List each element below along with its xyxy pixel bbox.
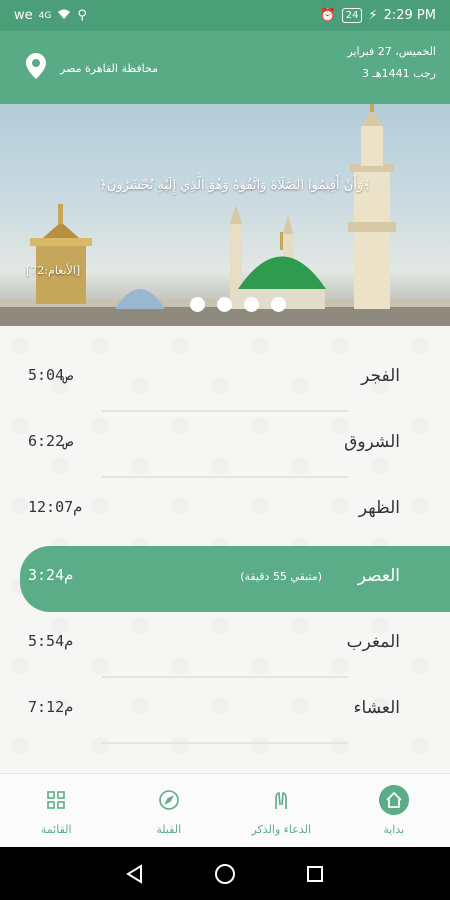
prayer-time: 5:54م (28, 632, 74, 650)
grid-icon (41, 785, 71, 815)
recents-icon[interactable] (300, 859, 330, 889)
prayer-name: العصر (357, 566, 400, 586)
nav-dua[interactable]: الدعاء والذكر (225, 774, 338, 847)
time-remaining: (متبقي 55 دقيقة) (240, 570, 322, 583)
bottom-navigation: القائمة القبلة الدعاء والذكر بداية (0, 773, 450, 847)
nav-qibla[interactable]: القبلة (113, 774, 226, 847)
location-button[interactable]: محافظة القاهرة مصر (26, 53, 158, 83)
nav-label: بداية (383, 823, 405, 836)
nav-home[interactable]: بداية (338, 774, 450, 847)
verse-banner[interactable]: ﴿وَأَنْ أَقِيمُوا الصَّلَاةَ وَاتَّقُوهُ… (0, 104, 450, 326)
mosque-illustration (0, 104, 450, 326)
wifi-icon (57, 8, 71, 24)
prayer-name: الظهر (358, 498, 400, 518)
nav-label: القبلة (156, 823, 182, 836)
app-header: محافظة القاهرة مصر الخميس، 27 فبراير 3 ر… (0, 31, 450, 104)
prayer-row-dhuhr[interactable]: الظهر 12:07م (0, 478, 450, 544)
battery-indicator: 24 (341, 8, 363, 23)
divider (102, 742, 348, 744)
alarm-icon: ⏰ (319, 8, 336, 23)
prayer-row-maghrib[interactable]: المغرب 5:54م (0, 612, 450, 678)
charging-icon: ⚡ (368, 8, 378, 23)
prayer-time: 12:07م (28, 498, 83, 516)
prayer-name: العشاء (353, 698, 400, 718)
nav-label: القائمة (40, 823, 72, 836)
home-icon (378, 785, 409, 815)
prayer-name: المغرب (346, 632, 400, 652)
system-navigation-bar (0, 847, 450, 900)
carousel-dot[interactable] (217, 297, 232, 312)
carousel-dot[interactable] (244, 297, 259, 312)
location-pin-icon (26, 53, 46, 83)
status-right: ⏰ 24 ⚡ 2:29 PM (320, 8, 436, 23)
prayer-times-list: الفجر 5:04ص الشروق 6:22ص الظهر 12:07م ال… (0, 326, 450, 773)
date-block: الخميس، 27 فبراير 3 رجب 1441هـ (347, 41, 436, 85)
prayer-row-shuruq[interactable]: الشروق 6:22ص (0, 412, 450, 478)
usb-icon: ⚲ (77, 8, 87, 23)
carrier-label: we (14, 8, 33, 23)
carousel-dots (190, 297, 286, 312)
location-label: محافظة القاهرة مصر (60, 61, 158, 75)
prayer-name: الفجر (361, 366, 400, 386)
prayer-time: 3:24م (28, 566, 74, 584)
prayer-time: 7:12م (28, 698, 74, 716)
praying-hands-icon (266, 785, 296, 815)
carousel-dot[interactable] (190, 297, 205, 312)
carousel-dot[interactable] (271, 297, 286, 312)
prayer-row-isha[interactable]: العشاء 7:12م (0, 678, 450, 744)
hijri-date: 3 رجب 1441هـ (362, 67, 436, 80)
prayer-time: 6:22ص (28, 432, 74, 450)
compass-icon (154, 785, 184, 815)
network-label: 4G (38, 10, 52, 21)
status-bar: we 4G ⚲ ⏰ 24 ⚡ 2:29 PM (0, 0, 450, 31)
prayer-name: الشروق (344, 432, 400, 452)
home-circle-icon[interactable] (210, 859, 240, 889)
status-left: we 4G ⚲ (14, 8, 87, 24)
prayer-time: 5:04ص (28, 366, 74, 384)
gregorian-date: الخميس، 27 فبراير (347, 45, 436, 58)
verse-text: ﴿وَأَنْ أَقِيمُوا الصَّلَاةَ وَاتَّقُوهُ… (99, 178, 371, 193)
back-icon[interactable] (120, 859, 150, 889)
prayer-row-asr[interactable]: العصر (متبقي 55 دقيقة) 3:24م (20, 546, 450, 612)
nav-label: الدعاء والذكر (251, 823, 312, 836)
verse-reference: [الأنعام:72] (26, 264, 81, 277)
nav-menu[interactable]: القائمة (0, 774, 113, 847)
clock-time: 2:29 PM (383, 8, 436, 23)
prayer-row-fajr[interactable]: الفجر 5:04ص (0, 346, 450, 412)
